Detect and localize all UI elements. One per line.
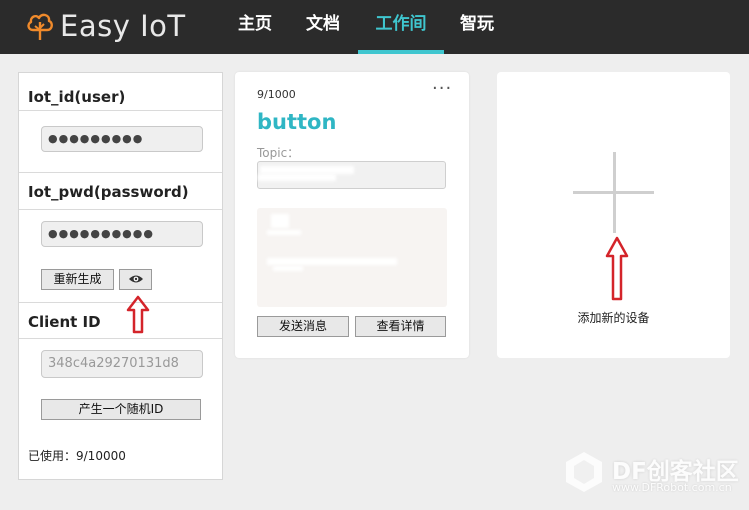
message-count: 9/1000 xyxy=(257,88,296,101)
toggle-visibility-button[interactable] xyxy=(119,269,152,290)
divider xyxy=(19,172,222,173)
topic-label: Topic： xyxy=(257,146,300,160)
iot-id-title: Iot_id(user) xyxy=(28,88,126,106)
iot-id-field[interactable]: ●●●●●●●●● xyxy=(41,126,203,152)
client-id-field[interactable]: 348c4a29270131d8 xyxy=(41,350,203,378)
divider xyxy=(19,209,222,210)
add-device-panel[interactable]: 添加新的设备 xyxy=(497,72,730,358)
view-details-button[interactable]: 查看详情 xyxy=(355,316,446,337)
nav-home[interactable]: 主页 xyxy=(230,0,280,54)
iot-pwd-field[interactable]: ●●●●●●●●●● xyxy=(41,221,203,247)
topic-field[interactable] xyxy=(257,161,446,189)
watermark: DF创客社区 www.DFRobot.com.cn xyxy=(560,448,749,498)
send-message-button[interactable]: 发送消息 xyxy=(257,316,349,337)
regenerate-button[interactable]: 重新生成 xyxy=(41,269,114,290)
message-box xyxy=(257,208,447,307)
divider xyxy=(19,302,222,303)
credentials-panel: Iot_id(user) ●●●●●●●●● Iot_pwd(password)… xyxy=(18,72,223,480)
usage-count: 已使用：9/10000 xyxy=(28,449,126,463)
nav-docs[interactable]: 文档 xyxy=(298,0,348,54)
nav-active-indicator xyxy=(358,50,444,54)
logo[interactable]: Easy IoT xyxy=(26,8,186,44)
annotation-arrow-up-icon xyxy=(126,295,150,334)
df-logo-icon xyxy=(566,452,602,492)
logo-text: Easy IoT xyxy=(60,9,186,43)
cloud-tree-icon xyxy=(27,13,53,40)
device-card: 9/1000 ··· button Topic： 发送消息 查看详情 xyxy=(235,72,469,358)
add-device-label: 添加新的设备 xyxy=(577,311,650,325)
nav-workspace[interactable]: 工作间 xyxy=(358,0,444,54)
eye-icon xyxy=(128,275,143,283)
top-nav-bar: Easy IoT 主页 文档 工作间 智玩 xyxy=(0,0,749,54)
random-id-button[interactable]: 产生一个随机ID xyxy=(41,399,201,420)
nav-smart-play[interactable]: 智玩 xyxy=(454,0,500,54)
divider xyxy=(19,110,222,111)
more-options-icon[interactable]: ··· xyxy=(432,78,452,99)
watermark-url: www.DFRobot.com.cn xyxy=(612,481,732,494)
annotation-arrow-up-icon xyxy=(605,236,629,301)
iot-pwd-title: Iot_pwd(password) xyxy=(28,183,189,201)
divider xyxy=(19,338,222,339)
client-id-title: Client ID xyxy=(28,313,101,331)
device-name: button xyxy=(257,110,337,134)
